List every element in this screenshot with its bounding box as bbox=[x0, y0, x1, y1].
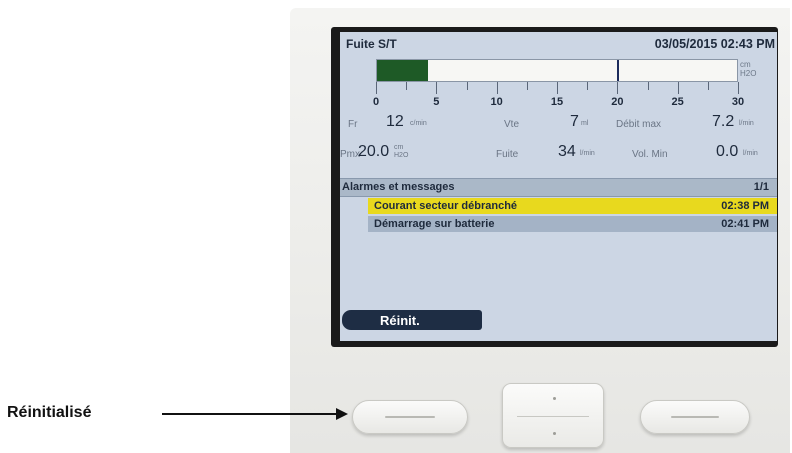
down-dot-icon bbox=[553, 432, 556, 435]
scale-tick-label: 30 bbox=[731, 96, 745, 108]
vte-value: 7 bbox=[570, 113, 579, 130]
alarm-item[interactable]: Courant secteur débranché 02:38 PM bbox=[368, 198, 777, 214]
scale-tick bbox=[587, 82, 589, 90]
scale-tick bbox=[677, 82, 679, 94]
scale-tick bbox=[617, 82, 619, 94]
debit-max-value: 7.2 bbox=[712, 113, 735, 130]
measure-row-1: Fr 12 c/min Vte 7 ml Débit max 7.2 l/min bbox=[340, 112, 777, 134]
pmx-label: Pmx bbox=[340, 149, 360, 160]
alarms-page: 1/1 bbox=[753, 181, 769, 193]
pmx-value: 20.0 bbox=[358, 143, 390, 160]
alarm-item[interactable]: Démarrage sur batterie 02:41 PM bbox=[368, 216, 777, 232]
pressure-setpoint-marker bbox=[617, 60, 620, 81]
right-soft-button[interactable] bbox=[640, 400, 750, 434]
vol-min-unit: l/min bbox=[743, 150, 758, 157]
pressure-fill bbox=[377, 60, 428, 81]
scale-tick-label: 0 bbox=[372, 96, 380, 108]
alarms-title: Alarmes et messages bbox=[342, 181, 455, 193]
vol-min-label: Vol. Min bbox=[632, 149, 668, 160]
fr-unit: c/min bbox=[410, 120, 427, 127]
scale-tick-label: 15 bbox=[550, 96, 564, 108]
pmx-unit-top: cm bbox=[394, 144, 404, 151]
center-nav-button[interactable] bbox=[502, 383, 604, 448]
fuite-value: 34 bbox=[558, 143, 576, 160]
scale-tick bbox=[436, 82, 438, 94]
callout-arrow-icon bbox=[162, 408, 348, 420]
scale-tick bbox=[647, 82, 649, 90]
scale-tick-label: 10 bbox=[490, 96, 503, 108]
alarm-time: 02:41 PM bbox=[721, 218, 769, 230]
callout-label: Réinitialisé bbox=[7, 404, 92, 421]
pmx-unit: cm H2O bbox=[394, 144, 408, 162]
scale-tick bbox=[738, 82, 739, 94]
scale-tick bbox=[406, 82, 408, 90]
scale-tick bbox=[526, 82, 528, 90]
reset-softkey-label: Réinit. bbox=[342, 310, 482, 330]
ventilator-screen: Fuite S/T 03/05/2015 02:43 PM cm H2O 0 5 1… bbox=[340, 32, 777, 341]
scale-tick bbox=[376, 82, 377, 94]
scale-tick bbox=[557, 82, 558, 94]
scale-tick bbox=[466, 82, 468, 90]
pressure-bargraph bbox=[376, 59, 738, 82]
status-header: Fuite S/T 03/05/2015 02:43 PM bbox=[340, 32, 777, 56]
debit-max-unit: l/min bbox=[739, 120, 754, 127]
pressure-scale-ticks bbox=[376, 82, 739, 96]
pressure-unit-bottom: H2O bbox=[740, 69, 757, 78]
pressure-unit: cm H2O bbox=[740, 60, 756, 78]
ventilation-mode: Fuite S/T bbox=[346, 37, 397, 51]
pressure-unit-top: cm bbox=[740, 60, 751, 69]
scale-tick bbox=[496, 82, 498, 94]
button-line-icon bbox=[384, 416, 436, 418]
alarms-header: Alarmes et messages 1/1 bbox=[340, 178, 777, 197]
fr-label: Fr bbox=[348, 119, 358, 130]
scale-tick-label: 25 bbox=[671, 96, 684, 108]
scale-tick bbox=[707, 82, 709, 90]
fuite-unit: l/min bbox=[580, 150, 595, 157]
left-soft-button[interactable] bbox=[352, 400, 468, 434]
button-line-icon bbox=[671, 416, 719, 418]
measure-row-2: Pmx 20.0 cm H2O Fuite 34 l/min Vol. Min … bbox=[340, 142, 777, 164]
fr-value: 12 bbox=[386, 113, 404, 130]
debit-max-label: Débit max bbox=[616, 119, 662, 130]
pressure-scale-labels: 0 5 10 15 20 25 30 bbox=[372, 96, 744, 110]
alarm-text: Courant secteur débranché bbox=[374, 200, 518, 212]
reset-softkey-text: Réinit. bbox=[380, 313, 420, 328]
vte-unit: ml bbox=[581, 120, 589, 127]
vol-min-value: 0.0 bbox=[716, 143, 739, 160]
vte-label: Vte bbox=[504, 119, 520, 130]
scale-tick-label: 20 bbox=[611, 96, 624, 108]
up-dot-icon bbox=[553, 397, 556, 400]
divider-line bbox=[517, 416, 589, 417]
pmx-unit-bottom: H2O bbox=[394, 152, 409, 159]
date-time: 03/05/2015 02:43 PM bbox=[654, 37, 775, 51]
fuite-label: Fuite bbox=[496, 149, 519, 160]
alarm-time: 02:38 PM bbox=[721, 200, 769, 212]
scale-tick-label: 5 bbox=[433, 96, 440, 108]
alarm-text: Démarrage sur batterie bbox=[374, 218, 495, 230]
